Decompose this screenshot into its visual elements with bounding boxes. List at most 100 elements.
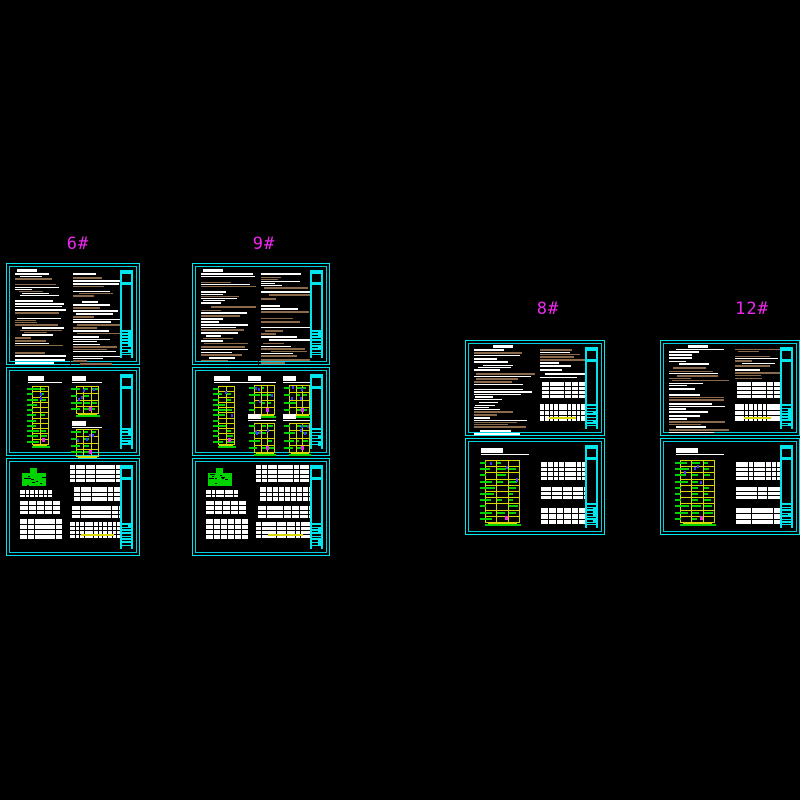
rebar-tag xyxy=(284,387,290,389)
notes-header-bar xyxy=(688,345,708,348)
note-text-block xyxy=(73,273,126,365)
ground-line xyxy=(76,415,100,417)
table-rule-v xyxy=(118,506,119,518)
elevation-panel-sheet-9[interactable] xyxy=(192,367,330,456)
beam-line xyxy=(254,423,275,424)
title-block-row xyxy=(312,344,321,345)
elevation-panel-sheet-6[interactable] xyxy=(6,367,140,460)
rebar-mark xyxy=(509,505,518,507)
drawing-title-underline xyxy=(72,382,102,383)
drawing-sheet-sheet-12[interactable] xyxy=(660,340,800,535)
notes-panel-sheet-12[interactable] xyxy=(660,340,800,436)
title-block-row xyxy=(312,540,318,542)
title-block-row xyxy=(782,511,791,513)
rebar-mark xyxy=(33,399,38,401)
beam-line xyxy=(485,472,520,473)
title-block-row xyxy=(312,338,321,339)
joint-node xyxy=(700,481,702,484)
text-line xyxy=(15,322,37,323)
text-line xyxy=(269,339,316,341)
text-line xyxy=(669,418,687,420)
beam-line xyxy=(485,510,520,511)
schedule-table xyxy=(540,404,589,421)
text-line xyxy=(735,378,762,379)
notes-panel-sheet-9[interactable] xyxy=(192,263,330,365)
notes-panel-sheet-6[interactable] xyxy=(6,263,140,365)
table-rule-v xyxy=(261,522,262,538)
rebar-mark xyxy=(262,387,264,389)
drawing-title-text xyxy=(248,376,261,381)
title-block-stamp xyxy=(312,355,321,361)
elevation-panel-sheet-8[interactable] xyxy=(465,438,605,535)
text-line xyxy=(15,287,59,288)
joint-node xyxy=(516,479,518,482)
text-line xyxy=(669,361,686,362)
drawing-sheet-sheet-8[interactable] xyxy=(465,340,605,535)
joint-node xyxy=(93,388,95,391)
text-line xyxy=(474,409,500,410)
drawing-sheet-sheet-6[interactable] xyxy=(6,263,140,556)
text-line xyxy=(669,408,686,410)
text-line xyxy=(676,349,724,350)
schedule-panel-sheet-9[interactable] xyxy=(192,458,330,556)
text-line xyxy=(73,316,94,318)
title-block-row xyxy=(122,436,131,438)
rebar-tag xyxy=(213,388,219,390)
rebar-mark xyxy=(704,493,708,495)
rebar-mark xyxy=(41,430,46,432)
title-block-row xyxy=(782,409,788,411)
text-line xyxy=(15,320,36,321)
beam-line xyxy=(218,428,235,429)
table-rule-v xyxy=(55,519,56,539)
rebar-mark xyxy=(486,512,492,514)
beam-line xyxy=(32,428,49,429)
rebar-mark xyxy=(262,425,266,427)
drawing-sheet-sheet-9[interactable] xyxy=(192,263,330,556)
rebar-mark xyxy=(497,512,505,514)
title-block-row xyxy=(312,353,321,354)
rebar-tag xyxy=(213,399,219,401)
title-block-stamp xyxy=(312,546,321,552)
joint-node xyxy=(301,388,303,391)
title-block-row xyxy=(587,517,596,518)
text-line xyxy=(15,352,45,354)
rebar-mark xyxy=(33,441,39,443)
title-block-row xyxy=(312,537,321,538)
sheet-title-block xyxy=(310,270,323,361)
beam-line xyxy=(680,491,715,492)
title-block-field xyxy=(782,351,791,359)
drawing-title-underline xyxy=(481,454,529,455)
beam-line xyxy=(76,393,99,394)
beam-line xyxy=(289,400,310,401)
title-block-stamp xyxy=(122,355,131,361)
title-block-row xyxy=(312,531,318,532)
text-line xyxy=(15,278,52,280)
plan-wall xyxy=(221,477,225,478)
rebar-mark xyxy=(84,445,89,447)
notes-panel-sheet-8[interactable] xyxy=(465,340,605,436)
table-rule-h xyxy=(74,492,124,493)
rebar-mark xyxy=(255,394,260,396)
text-line xyxy=(201,312,247,314)
elevation-panel-sheet-12[interactable] xyxy=(660,438,800,535)
beam-line xyxy=(680,516,715,517)
text-line xyxy=(201,318,223,320)
sheet-title-block xyxy=(120,270,133,361)
title-block-stamp xyxy=(122,546,131,552)
text-line xyxy=(73,310,118,312)
joint-node xyxy=(225,391,227,394)
rebar-tag xyxy=(213,435,219,437)
title-block-row xyxy=(587,412,593,413)
plan-wall xyxy=(225,479,228,480)
notes-header-bar xyxy=(203,269,223,272)
schedule-table xyxy=(206,490,238,497)
drawing-title-text xyxy=(28,376,44,381)
title-block-row xyxy=(122,335,128,336)
text-line xyxy=(261,273,301,275)
detail-marker xyxy=(301,446,304,450)
table-highlight-cell xyxy=(81,534,114,536)
rebar-mark xyxy=(704,512,713,514)
table-rule-h xyxy=(735,410,784,411)
schedule-panel-sheet-6[interactable] xyxy=(6,458,140,556)
rebar-mark xyxy=(486,487,495,489)
